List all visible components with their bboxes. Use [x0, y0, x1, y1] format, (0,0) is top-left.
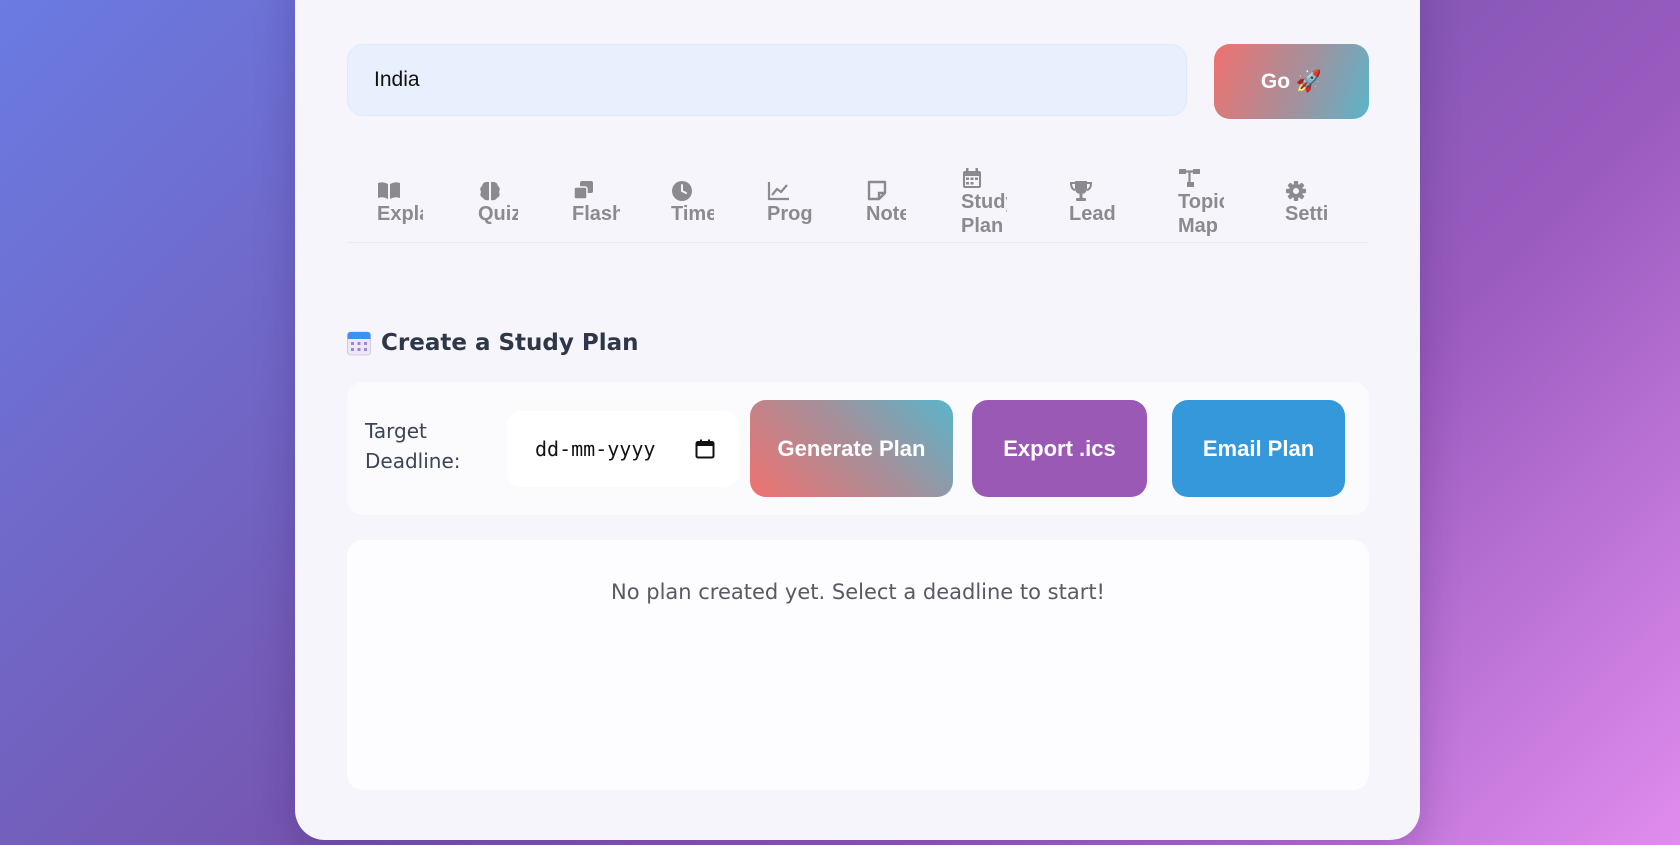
tab-label: Note [866, 203, 906, 225]
tab-timer[interactable]: Time [671, 180, 714, 242]
tab-label: Study Plan [961, 191, 1007, 237]
tab-progress[interactable]: Prog [767, 180, 815, 242]
deadline-date-input[interactable]: dd-mm-yyyy [507, 411, 739, 487]
tab-quiz[interactable]: Quiz [478, 180, 518, 242]
plan-controls: Target Deadline: dd-mm-yyyy Generate Pla… [347, 382, 1369, 515]
deadline-label: Target Deadline: [365, 419, 461, 473]
tab-label: Prog [767, 203, 813, 225]
tab-leaderboard[interactable]: Lead [1069, 180, 1117, 242]
go-button[interactable]: Go 🚀 [1214, 44, 1369, 119]
empty-plan-message: No plan created yet. Select a deadline t… [611, 580, 1105, 604]
sitemap-icon [1179, 169, 1200, 187]
brain-icon [480, 181, 500, 201]
main-card: Go 🚀 Expla Quiz Flash [295, 0, 1420, 840]
calendar-emoji-icon [347, 331, 371, 355]
email-plan-button[interactable]: Email Plan [1172, 400, 1345, 497]
clock-icon [672, 181, 692, 201]
feature-tabs: Expla Quiz Flash Time [347, 168, 1369, 243]
search-row: Go 🚀 [347, 44, 1369, 120]
tab-label: Time [671, 203, 714, 225]
tab-label: Flash [572, 203, 620, 225]
tab-label: Topic Map [1178, 191, 1224, 237]
book-open-icon [378, 182, 400, 199]
date-placeholder: dd-mm-yyyy [535, 437, 656, 461]
trophy-icon [1069, 181, 1093, 201]
tab-explain[interactable]: Expla [377, 180, 423, 242]
study-plan-heading: Create a Study Plan [347, 326, 639, 360]
tab-label: Setti [1285, 203, 1329, 225]
tab-notes[interactable]: Note [866, 180, 906, 242]
tab-label: Expla [377, 203, 423, 225]
section-title-text: Create a Study Plan [381, 330, 639, 356]
tab-label: Lead [1069, 203, 1116, 225]
topic-search-input[interactable] [347, 44, 1187, 116]
tab-settings[interactable]: Setti [1285, 180, 1329, 242]
gear-icon [1286, 181, 1306, 201]
tab-study-plan[interactable]: Study Plan [961, 168, 1007, 237]
calendar-icon [963, 168, 981, 188]
export-ics-button[interactable]: Export .ics [972, 400, 1147, 497]
sticky-note-icon [867, 180, 887, 201]
plan-output-panel: No plan created yet. Select a deadline t… [347, 540, 1369, 790]
calendar-picker-icon[interactable] [695, 439, 715, 459]
generate-plan-button[interactable]: Generate Plan [750, 400, 953, 497]
tab-label: Quiz [478, 203, 518, 225]
tab-topic-map[interactable]: Topic Map [1178, 168, 1224, 237]
tab-flashcards[interactable]: Flash [572, 180, 620, 242]
chart-line-icon [767, 182, 789, 201]
clone-icon [573, 181, 593, 200]
